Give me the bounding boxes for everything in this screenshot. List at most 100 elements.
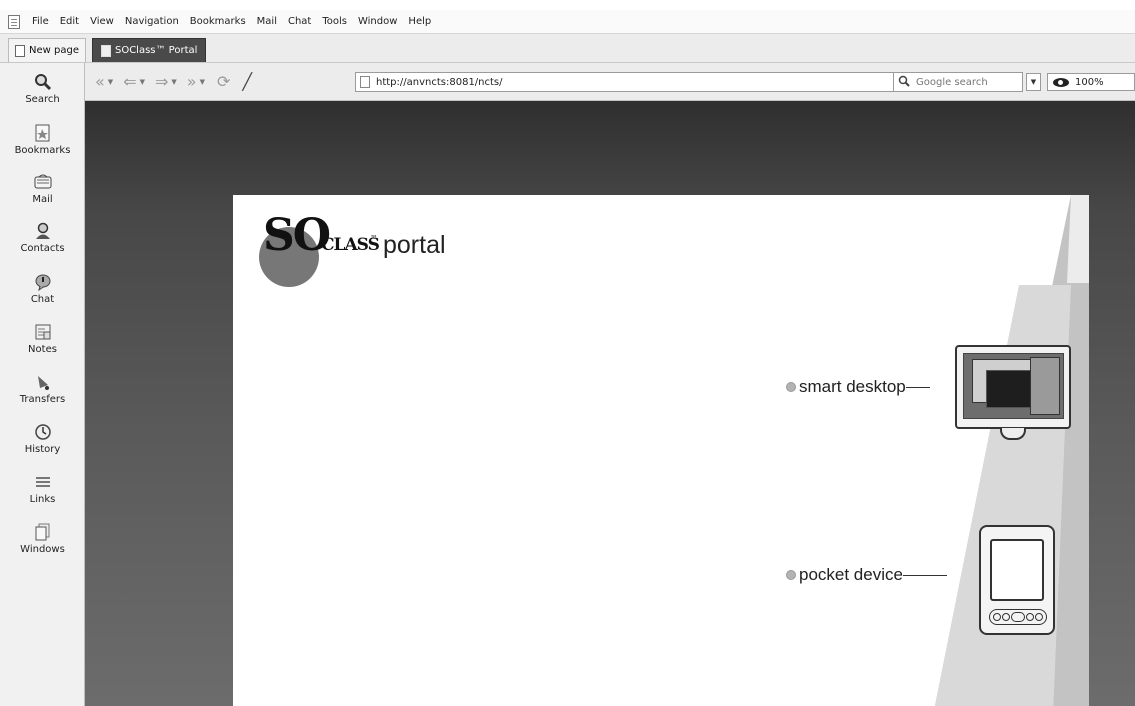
- page-icon: [360, 76, 370, 88]
- forward-button[interactable]: ⇒ ▼: [155, 72, 177, 91]
- contacts-icon: [32, 220, 54, 242]
- panel-label-links: Links: [29, 494, 56, 505]
- panel-notes[interactable]: Notes: [0, 321, 85, 355]
- edit-icon[interactable]: ╱: [242, 72, 252, 91]
- links-icon: [32, 471, 54, 493]
- panel-search[interactable]: Search: [0, 71, 85, 105]
- pocket-device-link[interactable]: pocket device: [786, 565, 947, 585]
- page-icon: [100, 44, 111, 57]
- search-input[interactable]: [916, 76, 1006, 88]
- pda-button: [992, 613, 1001, 621]
- panel-mail[interactable]: Mail: [0, 171, 85, 205]
- panel-label-transfers: Transfers: [19, 394, 66, 405]
- search-box[interactable]: [893, 72, 1023, 92]
- menu-mail[interactable]: Mail: [257, 16, 277, 27]
- menu-edit[interactable]: Edit: [60, 16, 79, 27]
- connector-line: [905, 386, 930, 388]
- logo-so: SO: [263, 210, 331, 261]
- panel-bookmarks[interactable]: Bookmarks: [0, 122, 85, 156]
- chevron-down-icon: ▼: [107, 77, 114, 86]
- menu-bookmarks[interactable]: Bookmarks: [190, 16, 246, 27]
- windows-icon: [32, 521, 54, 543]
- connector-line: [902, 574, 947, 576]
- new-page-label: New page: [29, 45, 79, 56]
- panel-label-search: Search: [25, 94, 60, 105]
- eye-icon: [1053, 77, 1069, 87]
- navigation-toolbar: «▼ ⇐ ▼ ⇒ ▼ » ▼ ⟳ ╱ http://anvncts:8081/ncts…: [85, 63, 1135, 101]
- pda-button: [1035, 613, 1044, 621]
- zoom-control[interactable]: 100%: [1047, 73, 1135, 91]
- panel-label-chat: Chat: [30, 294, 55, 305]
- rewind-icon: «: [95, 72, 105, 91]
- bookmarks-icon: [32, 122, 54, 144]
- monitor-frame: [955, 345, 1071, 429]
- menu-tools[interactable]: Tools: [322, 16, 347, 27]
- zoom-value: 100%: [1075, 76, 1104, 88]
- address-bar[interactable]: http://anvncts:8081/ncts/ ▼: [355, 72, 975, 92]
- panel-windows[interactable]: Windows: [0, 521, 85, 555]
- menu-view[interactable]: View: [90, 16, 114, 27]
- pda-icon[interactable]: [979, 525, 1055, 635]
- panel-label-history: History: [24, 444, 61, 455]
- mail-icon: [32, 171, 54, 193]
- pda-button: [1026, 613, 1035, 621]
- back-button[interactable]: ⇐ ▼: [123, 72, 145, 91]
- panel-links[interactable]: Links: [0, 471, 85, 505]
- logo-trademark: ™: [370, 234, 378, 243]
- menu-navigation[interactable]: Navigation: [125, 16, 179, 27]
- tab-bar: New page SOClass™ Portal: [0, 34, 1135, 63]
- panel-label-notes: Notes: [28, 344, 57, 355]
- search-engine-dropdown[interactable]: ▼: [1026, 73, 1041, 91]
- window-graphic: [1030, 357, 1060, 415]
- forward-icon: ⇒: [154, 72, 169, 91]
- reload-icon[interactable]: ⟳: [217, 72, 230, 91]
- search-icon: [32, 71, 54, 93]
- search-icon: [898, 75, 910, 90]
- new-page-icon: [15, 44, 25, 57]
- panel-contacts[interactable]: Contacts: [0, 220, 85, 254]
- menu-file[interactable]: File: [32, 16, 49, 27]
- chevron-down-icon: ▼: [171, 77, 177, 86]
- rewind-button[interactable]: «▼: [95, 72, 113, 91]
- fast-forward-icon: »: [186, 72, 197, 91]
- panel-label-bookmarks: Bookmarks: [14, 145, 71, 156]
- menu-help[interactable]: Help: [408, 16, 431, 27]
- back-icon: ⇐: [123, 72, 137, 91]
- chevron-down-icon: ▼: [199, 77, 205, 86]
- history-icon: [32, 421, 54, 443]
- portal-page: SO CLASS ™ portal smart desktop pocket d…: [233, 195, 1089, 706]
- panel-label-mail: Mail: [32, 194, 53, 205]
- tab-label: SOClass™ Portal: [114, 45, 198, 56]
- pocket-device-label[interactable]: pocket device: [799, 565, 903, 585]
- bullet-icon: [786, 570, 796, 580]
- pda-screen: [990, 539, 1044, 601]
- menu-chat[interactable]: Chat: [288, 16, 311, 27]
- menu-bar: File Edit View Navigation Bookmarks Mail…: [0, 10, 1135, 34]
- pda-buttons: [989, 609, 1047, 625]
- side-panel: Search Bookmarks Mail Contacts Chat Note…: [0, 63, 85, 706]
- chevron-down-icon: ▼: [139, 77, 145, 86]
- notes-icon: [32, 321, 54, 343]
- app-icon[interactable]: [8, 14, 20, 29]
- soclass-logo: SO CLASS ™ portal: [259, 205, 499, 287]
- window-graphic: [986, 370, 1036, 408]
- panel-chat[interactable]: Chat: [0, 271, 85, 305]
- monitor-screen: [963, 353, 1064, 419]
- new-page-button[interactable]: New page: [8, 38, 86, 62]
- menu-window[interactable]: Window: [358, 16, 397, 27]
- monitor-icon[interactable]: [955, 345, 1071, 445]
- fast-forward-button[interactable]: » ▼: [187, 72, 205, 91]
- smart-desktop-link[interactable]: smart desktop: [786, 377, 930, 397]
- panel-transfers[interactable]: Transfers: [0, 371, 85, 405]
- pda-button: [1010, 612, 1025, 622]
- address-url[interactable]: http://anvncts:8081/ncts/: [376, 77, 960, 88]
- monitor-stand: [1000, 428, 1026, 440]
- bullet-icon: [786, 382, 796, 392]
- tab-soclass-portal[interactable]: SOClass™ Portal: [91, 38, 207, 62]
- logo-portal-text: portal: [383, 231, 446, 259]
- panel-history[interactable]: History: [0, 421, 85, 455]
- transfers-icon: [32, 371, 54, 393]
- panel-label-contacts: Contacts: [20, 243, 65, 254]
- smart-desktop-label[interactable]: smart desktop: [799, 377, 906, 397]
- chat-icon: [32, 271, 54, 293]
